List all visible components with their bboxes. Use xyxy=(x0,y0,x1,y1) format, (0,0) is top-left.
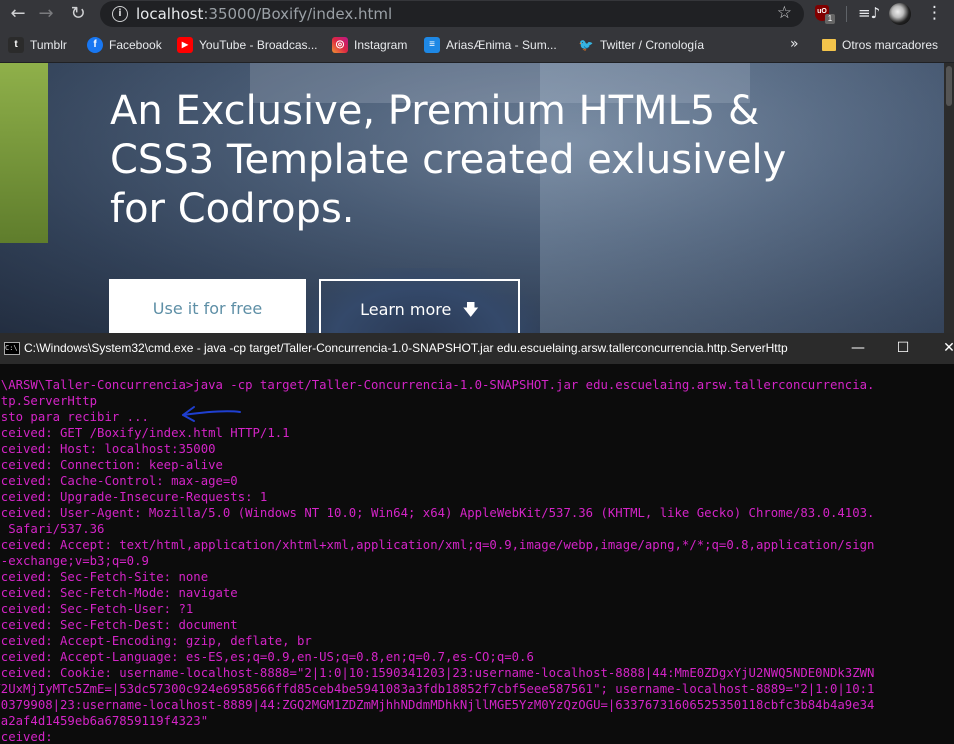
console-line: Received: Accept: text/html,application/… xyxy=(0,538,875,552)
back-arrow-icon[interactable]: ← xyxy=(6,2,30,26)
url-text[interactable]: localhost:35000/Boxify/index.html xyxy=(136,5,392,23)
console-line: ed-exchange;v=b3;q=0.9 xyxy=(0,554,149,568)
minimize-button[interactable]: — xyxy=(843,337,873,359)
cmd-titlebar[interactable]: C:\ C:\Windows\System32\cmd.exe - java -… xyxy=(0,333,954,364)
console-line: Received: Host: localhost:35000 xyxy=(0,442,216,456)
bookmark-label: Tumblr xyxy=(30,38,67,52)
ublock-badge: 1 xyxy=(825,14,835,24)
bookmarks-bar: t Tumblr f Facebook ▶ YouTube - Broadcas… xyxy=(0,28,954,63)
console-line: Received: Sec-Fetch-User: ?1 xyxy=(0,602,194,616)
console-line: Received: Sec-Fetch-Dest: document xyxy=(0,618,238,632)
bookmark-label: AriasÆnima - Sum... xyxy=(446,38,557,52)
console-line: Received: Connection: keep-alive xyxy=(0,458,223,472)
console-line: Listo para recibir ... xyxy=(0,410,149,424)
facebook-icon: f xyxy=(87,37,103,53)
bookmark-label: Otros marcadores xyxy=(842,38,939,52)
url-host: localhost xyxy=(136,5,204,23)
console-line: Received: Accept-Language: es-ES,es;q=0.… xyxy=(0,650,534,664)
cmd-window: C:\ C:\Windows\System32\cmd.exe - java -… xyxy=(0,333,954,744)
use-it-for-free-button[interactable]: Use it for free xyxy=(109,279,306,333)
console-line: Received: xyxy=(0,730,53,744)
page-scrollbar-thumb[interactable] xyxy=(946,66,952,106)
kebab-menu-icon[interactable]: ⋮ xyxy=(926,3,943,23)
url-path: :35000/Boxify/index.html xyxy=(203,5,393,23)
annotation-arrow-icon xyxy=(182,406,241,422)
bookmark-label: Instagram xyxy=(354,38,408,52)
console-line: 590379908|23:username-localhost-8889|44:… xyxy=(0,698,875,712)
console-output[interactable]: D:\ARSW\Taller-Concurrencia>java -cp tar… xyxy=(0,377,954,744)
console-line: D:\ARSW\Taller-Concurrencia>java -cp tar… xyxy=(0,378,875,392)
more-bookmarks-icon[interactable]: » xyxy=(790,36,799,52)
reload-icon[interactable]: ↻ xyxy=(66,2,90,26)
twitter-icon: 🐦 xyxy=(578,38,594,52)
bookmark-twitter[interactable]: 🐦 Twitter / Cronología xyxy=(578,37,705,53)
maximize-button[interactable]: ☐ xyxy=(888,337,918,359)
bookmark-star-icon[interactable]: ☆ xyxy=(777,3,792,23)
toolbar-separator xyxy=(846,6,847,22)
bookmark-instagram[interactable]: ◎ Instagram xyxy=(332,37,407,53)
address-bar[interactable]: i localhost:35000/Boxify/index.html ☆ xyxy=(100,1,804,27)
bookmark-label: YouTube - Broadcas... xyxy=(199,38,318,52)
close-button[interactable]: ✕ xyxy=(934,337,954,359)
cmd-icon: C:\ xyxy=(4,342,20,355)
console-line: Received: Sec-Fetch-Mode: navigate xyxy=(0,586,238,600)
bookmark-youtube[interactable]: ▶ YouTube - Broadcas... xyxy=(177,37,318,53)
bookmark-label: Facebook xyxy=(109,38,162,52)
hero-title: An Exclusive, Premium HTML5 & CSS3 Templ… xyxy=(110,88,787,232)
media-control-icon[interactable]: ≡♪ xyxy=(858,4,880,22)
bookmark-ariasaenima[interactable]: ≡ AriasÆnima - Sum... xyxy=(424,37,557,53)
bookmark-tumblr[interactable]: t Tumblr xyxy=(8,37,67,53)
arrow-down-icon: 🡇 xyxy=(462,300,479,319)
hero-section: An Exclusive, Premium HTML5 & CSS3 Templ… xyxy=(0,63,944,333)
console-line: e9a2af4d1459eb6a67859119f4323" xyxy=(0,714,209,728)
console-line: Received: User-Agent: Mozilla/5.0 (Windo… xyxy=(0,506,875,520)
tumblr-icon: t xyxy=(8,37,24,53)
browser-toolbar: ← → ↻ i localhost:35000/Boxify/index.htm… xyxy=(0,0,954,28)
bookmark-other[interactable]: Otros marcadores xyxy=(822,37,938,53)
console-line: Received: Accept-Encoding: gzip, deflate… xyxy=(0,634,312,648)
console-line: Received: GET /Boxify/index.html HTTP/1.… xyxy=(0,426,290,440)
hero-background-poster xyxy=(0,63,48,243)
learn-more-button[interactable]: Learn more 🡇 xyxy=(319,279,520,333)
instagram-icon: ◎ xyxy=(332,37,348,53)
console-line: jY2UxMjIyMTc5ZmE=|53dc57300c924e6958566f… xyxy=(0,682,875,696)
console-line: Received: Sec-Fetch-Site: none xyxy=(0,570,209,584)
youtube-icon: ▶ xyxy=(177,37,193,53)
cmd-title: C:\Windows\System32\cmd.exe - java -cp t… xyxy=(24,341,788,355)
console-line: Received: Cookie: username-localhost-888… xyxy=(0,666,875,680)
profile-avatar[interactable] xyxy=(889,3,911,25)
folder-icon xyxy=(822,39,836,51)
console-line: 97 Safari/537.36 xyxy=(0,522,105,536)
console-line: Received: Upgrade-Insecure-Requests: 1 xyxy=(0,490,268,504)
forward-arrow-icon[interactable]: → xyxy=(34,2,58,26)
ariasaenima-icon: ≡ xyxy=(424,37,440,53)
bookmark-label: Twitter / Cronología xyxy=(600,38,705,52)
console-line: http.ServerHttp xyxy=(0,394,98,408)
console-line: Received: Cache-Control: max-age=0 xyxy=(0,474,238,488)
site-info-icon[interactable]: i xyxy=(112,6,128,22)
bookmark-facebook[interactable]: f Facebook xyxy=(87,37,162,53)
learn-more-label: Learn more xyxy=(360,300,452,319)
